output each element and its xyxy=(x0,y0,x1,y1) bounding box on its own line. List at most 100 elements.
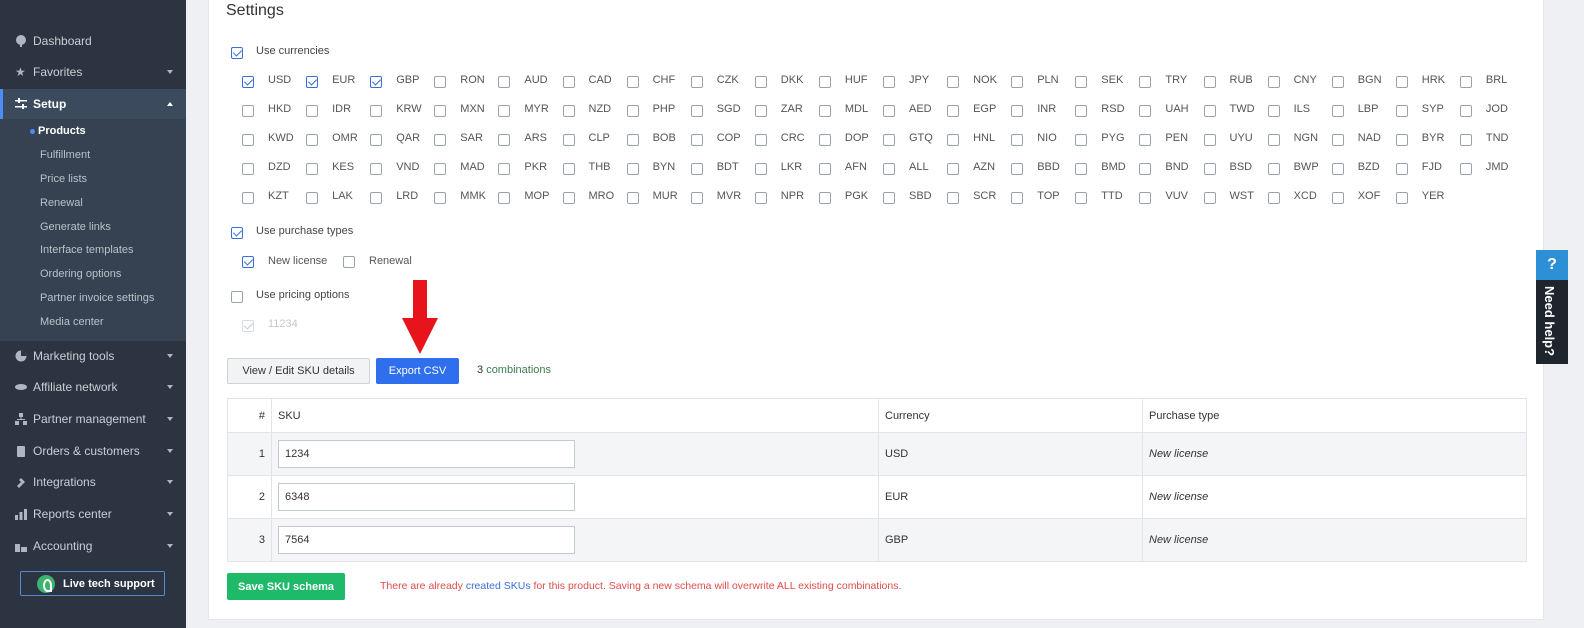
currency-checkbox-fjd[interactable] xyxy=(1395,163,1408,175)
submenu-item-ordering-options[interactable]: Ordering options xyxy=(40,268,121,280)
currency-checkbox-ttd[interactable] xyxy=(1075,192,1088,204)
currency-checkbox-syp[interactable] xyxy=(1395,105,1408,117)
currency-checkbox-nio[interactable] xyxy=(1011,134,1024,146)
currency-checkbox-yer[interactable] xyxy=(1395,192,1408,204)
currency-checkbox-mro[interactable] xyxy=(562,192,575,204)
view-edit-sku-button[interactable]: View / Edit SKU details xyxy=(227,358,370,384)
sku-input[interactable] xyxy=(278,483,575,511)
currency-checkbox-bmd[interactable] xyxy=(1075,163,1088,175)
sidebar-item-affiliate-network[interactable]: Affiliate network xyxy=(0,372,186,402)
currency-checkbox-mur[interactable] xyxy=(626,192,639,204)
currency-checkbox-clp[interactable] xyxy=(562,134,575,146)
currency-checkbox-mvr[interactable] xyxy=(690,192,703,204)
currency-checkbox-npr[interactable] xyxy=(754,192,767,204)
created-skus-link[interactable]: created SKUs xyxy=(466,580,531,592)
currency-checkbox-wst[interactable] xyxy=(1203,192,1216,204)
currency-checkbox-nok[interactable] xyxy=(947,76,960,88)
currency-checkbox-mop[interactable] xyxy=(498,192,511,204)
currency-checkbox-jpy[interactable] xyxy=(883,76,895,88)
currency-checkbox-kwd[interactable] xyxy=(242,134,254,146)
sidebar-item-accounting[interactable]: Accounting xyxy=(0,531,186,561)
currency-checkbox-thb[interactable] xyxy=(562,163,575,175)
currency-checkbox-afn[interactable] xyxy=(818,163,831,175)
currency-checkbox-kzt[interactable] xyxy=(242,192,254,204)
new-license-checkbox[interactable] xyxy=(242,256,254,268)
currency-checkbox-all[interactable] xyxy=(883,163,895,175)
currency-checkbox-cop[interactable] xyxy=(690,134,703,146)
currency-checkbox-lbp[interactable] xyxy=(1331,105,1344,117)
submenu-item-price-lists[interactable]: Price lists xyxy=(40,173,87,185)
currency-checkbox-uyu[interactable] xyxy=(1203,134,1216,146)
currency-checkbox-scr[interactable] xyxy=(947,192,960,204)
currency-checkbox-bsd[interactable] xyxy=(1203,163,1216,175)
currency-checkbox-lkr[interactable] xyxy=(754,163,767,175)
currency-checkbox-bnd[interactable] xyxy=(1139,163,1152,175)
currency-checkbox-huf[interactable] xyxy=(818,76,831,88)
currency-checkbox-rub[interactable] xyxy=(1203,76,1216,88)
currency-checkbox-cny[interactable] xyxy=(1267,76,1280,88)
currency-checkbox-zar[interactable] xyxy=(754,105,767,117)
currency-checkbox-tnd[interactable] xyxy=(1459,134,1472,146)
currency-checkbox-gbp[interactable] xyxy=(370,76,383,88)
save-sku-schema-button[interactable]: Save SKU schema xyxy=(227,573,345,600)
submenu-item-fulfillment[interactable]: Fulfillment xyxy=(40,149,90,161)
currency-checkbox-twd[interactable] xyxy=(1203,105,1216,117)
currency-checkbox-dkk[interactable] xyxy=(754,76,767,88)
renewal-checkbox[interactable] xyxy=(343,256,355,268)
currency-checkbox-ron[interactable] xyxy=(434,76,447,88)
currency-checkbox-dzd[interactable] xyxy=(242,163,254,175)
currency-checkbox-mdl[interactable] xyxy=(818,105,831,117)
currency-checkbox-byr[interactable] xyxy=(1395,134,1408,146)
currency-checkbox-mmk[interactable] xyxy=(434,192,447,204)
currency-checkbox-hrk[interactable] xyxy=(1395,76,1408,88)
currency-checkbox-bob[interactable] xyxy=(626,134,639,146)
currency-checkbox-hnl[interactable] xyxy=(947,134,960,146)
currency-checkbox-vuv[interactable] xyxy=(1139,192,1152,204)
currency-checkbox-qar[interactable] xyxy=(370,134,383,146)
currency-checkbox-sek[interactable] xyxy=(1075,76,1088,88)
currency-checkbox-jod[interactable] xyxy=(1459,105,1472,117)
currency-checkbox-mxn[interactable] xyxy=(434,105,447,117)
currency-checkbox-bdt[interactable] xyxy=(690,163,703,175)
currency-checkbox-rsd[interactable] xyxy=(1075,105,1088,117)
currency-checkbox-vnd[interactable] xyxy=(370,163,383,175)
currency-checkbox-krw[interactable] xyxy=(370,105,383,117)
currency-checkbox-byn[interactable] xyxy=(626,163,639,175)
currency-checkbox-pln[interactable] xyxy=(1011,76,1024,88)
currency-checkbox-pkr[interactable] xyxy=(498,163,511,175)
currency-checkbox-ils[interactable] xyxy=(1267,105,1280,117)
currency-checkbox-kes[interactable] xyxy=(306,163,319,175)
currency-checkbox-czk[interactable] xyxy=(690,76,703,88)
sku-input[interactable] xyxy=(278,526,575,554)
currency-checkbox-bbd[interactable] xyxy=(1011,163,1024,175)
sidebar-item-setup[interactable]: Setup xyxy=(0,89,186,119)
sidebar-item-partner-management[interactable]: Partner management xyxy=(0,404,186,434)
submenu-item-partner-invoice-settings[interactable]: Partner invoice settings xyxy=(40,292,154,304)
submenu-item-interface-templates[interactable]: Interface templates xyxy=(40,244,134,256)
currency-checkbox-aud[interactable] xyxy=(498,76,511,88)
currency-checkbox-pgk[interactable] xyxy=(818,192,831,204)
currency-checkbox-lrd[interactable] xyxy=(370,192,383,204)
currency-checkbox-gtq[interactable] xyxy=(883,134,895,146)
submenu-item-media-center[interactable]: Media center xyxy=(40,316,104,328)
sidebar-item-favorites[interactable]: ★ Favorites xyxy=(0,57,186,87)
sku-input[interactable] xyxy=(278,440,575,468)
currency-checkbox-brl[interactable] xyxy=(1459,76,1472,88)
sidebar-item-dashboard[interactable]: Dashboard xyxy=(0,26,186,56)
currency-checkbox-top[interactable] xyxy=(1011,192,1024,204)
currency-checkbox-mad[interactable] xyxy=(434,163,447,175)
currency-checkbox-xcd[interactable] xyxy=(1267,192,1280,204)
currency-checkbox-usd[interactable] xyxy=(242,76,254,88)
submenu-item-generate-links[interactable]: Generate links xyxy=(40,221,111,233)
currency-checkbox-idr[interactable] xyxy=(306,105,319,117)
currency-checkbox-dop[interactable] xyxy=(818,134,831,146)
currency-checkbox-nzd[interactable] xyxy=(562,105,575,117)
use-currencies-checkbox[interactable] xyxy=(231,47,243,59)
currency-checkbox-chf[interactable] xyxy=(626,76,639,88)
submenu-item-renewal[interactable]: Renewal xyxy=(40,197,83,209)
currency-checkbox-try[interactable] xyxy=(1139,76,1152,88)
currency-checkbox-ngn[interactable] xyxy=(1267,134,1280,146)
currency-checkbox-pyg[interactable] xyxy=(1075,134,1088,146)
currency-checkbox-inr[interactable] xyxy=(1011,105,1024,117)
currency-checkbox-bgn[interactable] xyxy=(1331,76,1344,88)
